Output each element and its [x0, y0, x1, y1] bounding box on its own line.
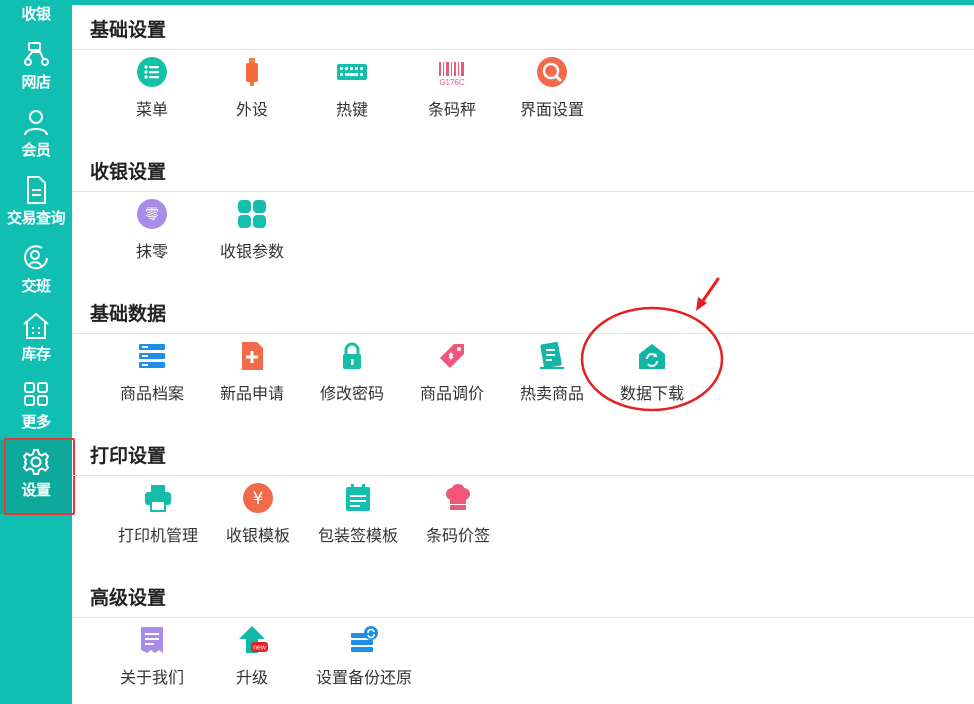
tile-label: 界面设置 — [519, 100, 584, 119]
section-divider — [72, 49, 974, 50]
svg-text:G176C: G176C — [439, 78, 465, 87]
sidebar-item-member[interactable]: 会员 — [0, 106, 72, 160]
tile-label: 条码秤 — [427, 100, 476, 119]
grid-icon — [24, 382, 48, 406]
document-icon — [27, 176, 46, 204]
tile-label: 修改密码 — [319, 384, 384, 403]
barcode-icon: G176C — [439, 62, 465, 87]
tile-package-label-template[interactable]: 包装签模板 — [308, 481, 408, 546]
price-tag-icon — [440, 344, 464, 368]
sidebar-item-transactions[interactable]: 交易查询 — [0, 174, 72, 228]
sidebar-item-label: 交班 — [21, 277, 51, 295]
tile-hotkeys[interactable]: 热键 — [302, 55, 402, 120]
section-divider — [72, 475, 974, 476]
backup-restore-icon — [351, 626, 378, 652]
section-title-advanced-settings: 高级设置 — [90, 587, 167, 609]
tile-upgrade[interactable]: new 升级 — [202, 623, 302, 688]
keyboard-icon — [337, 64, 367, 80]
section-title-cashier-settings: 收银设置 — [90, 161, 167, 183]
sidebar-item-label: 库存 — [21, 345, 51, 363]
tile-label: 热键 — [335, 100, 368, 119]
annotation-ellipse — [580, 306, 724, 412]
tile-backup-restore[interactable]: 设置备份还原 — [302, 623, 426, 688]
tile-price-adjustment[interactable]: 商品调价 — [402, 339, 502, 404]
tile-label: 外设 — [235, 100, 268, 119]
tile-label: 商品调价 — [419, 384, 484, 403]
sidebar-item-label: 会员 — [21, 141, 51, 159]
tile-receipt-template[interactable]: ¥ 收银模板 — [208, 481, 308, 546]
tile-label: 包装签模板 — [317, 526, 398, 545]
section-title-basic-data: 基础数据 — [90, 303, 167, 325]
tile-label: 条码价签 — [425, 526, 490, 545]
section-divider — [72, 617, 974, 618]
server-list-icon — [139, 344, 165, 368]
calendar-template-icon — [346, 484, 370, 511]
tile-barcode-price-label[interactable]: 条码价签 — [408, 481, 508, 546]
tile-label: 商品档案 — [119, 384, 184, 403]
warehouse-icon — [23, 312, 49, 339]
svg-text:new: new — [253, 645, 267, 652]
usb-device-icon — [246, 58, 258, 86]
scooter-icon — [24, 42, 49, 66]
tile-cashier-params[interactable]: 收银参数 — [202, 197, 302, 262]
tile-printer-management[interactable]: 打印机管理 — [108, 481, 208, 546]
svg-text:¥: ¥ — [253, 489, 264, 509]
sidebar-item-inventory[interactable]: 库存 — [0, 310, 72, 364]
sidebar-item-cashier[interactable]: 收银 — [0, 2, 72, 24]
interface-settings-icon — [537, 57, 567, 87]
tile-label: 升级 — [235, 668, 268, 687]
section-title-print-settings: 打印设置 — [90, 445, 167, 467]
user-icon — [24, 110, 48, 136]
section-divider — [72, 333, 974, 334]
yen-icon: ¥ — [243, 483, 273, 513]
tile-label: 收银模板 — [225, 526, 290, 545]
section-divider — [72, 191, 974, 192]
svg-text:零: 零 — [145, 207, 159, 223]
sidebar-item-more[interactable]: 更多 — [0, 378, 72, 432]
sidebar-item-label: 交易查询 — [6, 209, 66, 227]
highlight-box — [4, 438, 75, 515]
tile-label: 抹零 — [135, 242, 168, 261]
sidebar-item-online-store[interactable]: 网店 — [0, 38, 72, 92]
tile-label: 新品申请 — [219, 384, 284, 403]
tile-label: 设置备份还原 — [315, 668, 412, 687]
sidebar-item-shift[interactable]: 交班 — [0, 242, 72, 296]
tile-about-us[interactable]: 关于我们 — [102, 623, 202, 688]
tile-label: 菜单 — [135, 100, 168, 119]
tile-change-password[interactable]: 修改密码 — [302, 339, 402, 404]
sidebar-item-label: 收银 — [21, 5, 51, 23]
chef-hat-icon — [446, 484, 470, 510]
tile-product-archive[interactable]: 商品档案 — [102, 339, 202, 404]
tile-label: 收银参数 — [219, 242, 284, 261]
printer-icon — [145, 485, 171, 512]
upgrade-icon: new — [239, 626, 268, 653]
settings-panel: 基础设置 菜单 外设 热键 G176C 条码秤 界面设置 收银设置 零 抹零 收… — [72, 5, 974, 704]
sidebar-nav: 收银 网店 会员 交易查询 交班 库存 更多 设置 — [0, 0, 75, 704]
new-file-icon — [242, 342, 263, 370]
lock-icon — [343, 342, 361, 369]
receipt-icon — [141, 627, 163, 653]
four-squares-icon — [238, 200, 266, 228]
tile-label: 关于我们 — [119, 668, 184, 687]
tile-label: 热卖商品 — [519, 384, 584, 403]
hot-notes-icon — [540, 341, 564, 369]
tile-round-off[interactable]: 零 抹零 — [102, 197, 202, 262]
tile-menu[interactable]: 菜单 — [102, 55, 202, 120]
shift-icon — [24, 245, 48, 270]
annotation-overlay — [580, 277, 724, 412]
tile-peripherals[interactable]: 外设 — [202, 55, 302, 120]
round-off-icon: 零 — [137, 199, 167, 229]
tile-label: 打印机管理 — [117, 526, 198, 545]
sidebar-item-label: 网店 — [21, 73, 51, 91]
menu-list-icon — [137, 57, 167, 87]
tile-new-product-request[interactable]: 新品申请 — [202, 339, 302, 404]
section-title-basic-settings: 基础设置 — [90, 19, 167, 41]
tile-barcode-scale[interactable]: G176C 条码秤 — [402, 55, 502, 120]
sidebar-item-label: 更多 — [21, 413, 51, 431]
tile-interface-settings[interactable]: 界面设置 — [502, 55, 602, 120]
